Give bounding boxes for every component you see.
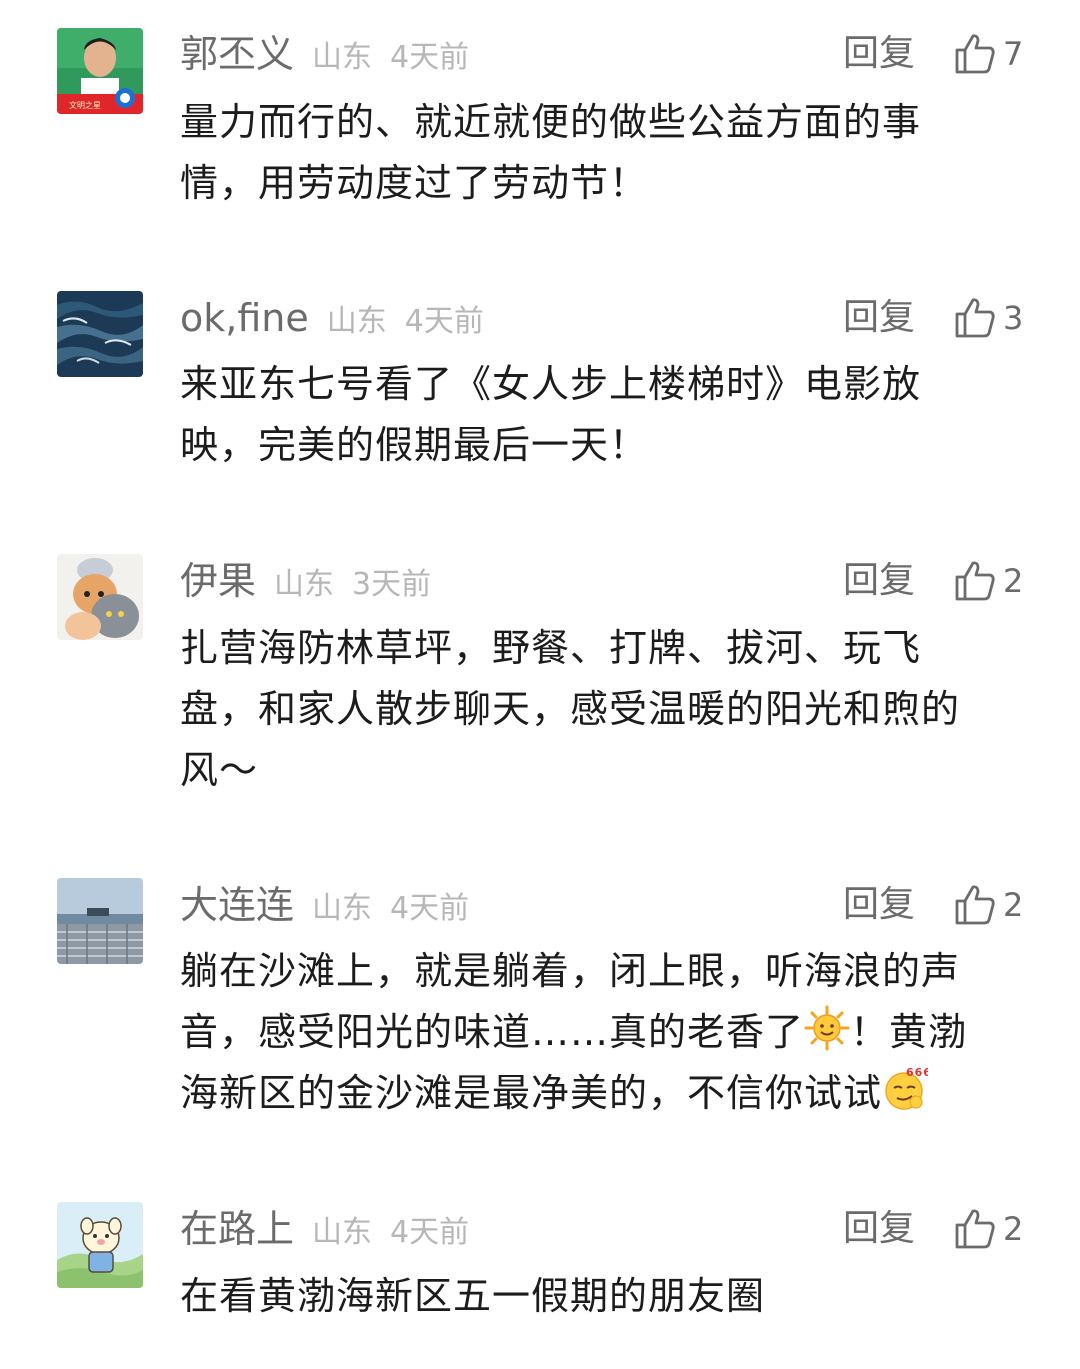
comment-meta: 郭丕义 山东 4天前 bbox=[180, 29, 469, 79]
like-count: 7 bbox=[1003, 35, 1024, 73]
like-button[interactable]: 3 bbox=[953, 293, 1023, 343]
like-count: 3 bbox=[1003, 299, 1024, 337]
avatar[interactable] bbox=[57, 878, 143, 964]
comment-meta: ok,fine 山东 4天前 bbox=[180, 293, 484, 343]
region-label: 山东 bbox=[312, 891, 373, 926]
avatar-image bbox=[57, 291, 143, 377]
timestamp: 4天前 bbox=[404, 304, 484, 339]
emoji-666-text: 666 bbox=[906, 1066, 928, 1079]
reply-button[interactable]: 回复 bbox=[843, 880, 915, 930]
avatar-badge-text: 文明之星 bbox=[69, 100, 101, 110]
reply-button[interactable]: 回复 bbox=[843, 1204, 915, 1254]
sun-emoji-icon bbox=[804, 1005, 850, 1051]
username[interactable]: 在路上 bbox=[180, 1204, 294, 1254]
region-label: 山东 bbox=[312, 40, 373, 75]
avatar[interactable] bbox=[57, 291, 143, 377]
comment-meta: 大连连 山东 4天前 bbox=[180, 880, 469, 930]
timestamp: 3天前 bbox=[352, 567, 432, 602]
avatar[interactable] bbox=[57, 1202, 143, 1288]
thumbs-up-icon bbox=[955, 885, 995, 925]
comment-text: 扎营海防林草坪，野餐、打牌、拔河、玩飞 盘，和家人散步聊天，感受温暖的阳光和煦的… bbox=[180, 626, 961, 792]
thumbs-up-icon bbox=[955, 1209, 995, 1249]
like-button[interactable]: 2 bbox=[953, 556, 1023, 606]
comment-meta: 在路上 山东 4天前 bbox=[180, 1204, 469, 1254]
region-label: 山东 bbox=[274, 567, 335, 602]
avatar-image bbox=[57, 554, 143, 640]
timestamp: 4天前 bbox=[390, 1215, 470, 1250]
like-count: 2 bbox=[1003, 1210, 1024, 1248]
region-label: 山东 bbox=[326, 304, 387, 339]
smirk-666-emoji-icon: 666 bbox=[885, 1066, 928, 1110]
comment-text: 来亚东七号看了《女人步上楼梯时》电影放 映，完美的假期最后一天！ bbox=[180, 362, 922, 467]
username[interactable]: 大连连 bbox=[180, 880, 294, 930]
comment-text: 量力而行的、就近就便的做些公益方面的事 情，用劳动度过了劳动节！ bbox=[180, 100, 922, 205]
comment-meta: 伊果 山东 3天前 bbox=[180, 556, 431, 606]
username[interactable]: ok,fine bbox=[180, 293, 309, 343]
comment-text: 躺在沙滩上，就是躺着，闭上眼，听海浪的声 音，感受阳光的味道……真的老香了 ！黄… bbox=[180, 941, 1010, 1124]
like-count: 2 bbox=[1003, 886, 1024, 924]
timestamp: 4天前 bbox=[390, 40, 470, 75]
username[interactable]: 伊果 bbox=[180, 556, 256, 606]
thumbs-up-icon bbox=[955, 34, 995, 74]
avatar[interactable]: 文明之星 bbox=[57, 28, 143, 114]
username[interactable]: 郭丕义 bbox=[180, 29, 294, 79]
comment-text: 在看黄渤海新区五一假期的朋友圈 bbox=[180, 1274, 766, 1318]
avatar-image bbox=[57, 1202, 143, 1288]
timestamp: 4天前 bbox=[390, 891, 470, 926]
avatar[interactable] bbox=[57, 554, 143, 640]
reply-button[interactable]: 回复 bbox=[843, 29, 915, 79]
reply-button[interactable]: 回复 bbox=[843, 556, 915, 606]
like-button[interactable]: 2 bbox=[953, 880, 1023, 930]
avatar-image bbox=[57, 878, 143, 964]
thumbs-up-icon bbox=[955, 561, 995, 601]
avatar-image: 文明之星 bbox=[57, 28, 143, 114]
like-button[interactable]: 7 bbox=[953, 29, 1023, 79]
reply-button[interactable]: 回复 bbox=[843, 293, 915, 343]
region-label: 山东 bbox=[312, 1215, 373, 1250]
like-button[interactable]: 2 bbox=[953, 1204, 1023, 1254]
thumbs-up-icon bbox=[955, 298, 995, 338]
like-count: 2 bbox=[1003, 562, 1024, 600]
